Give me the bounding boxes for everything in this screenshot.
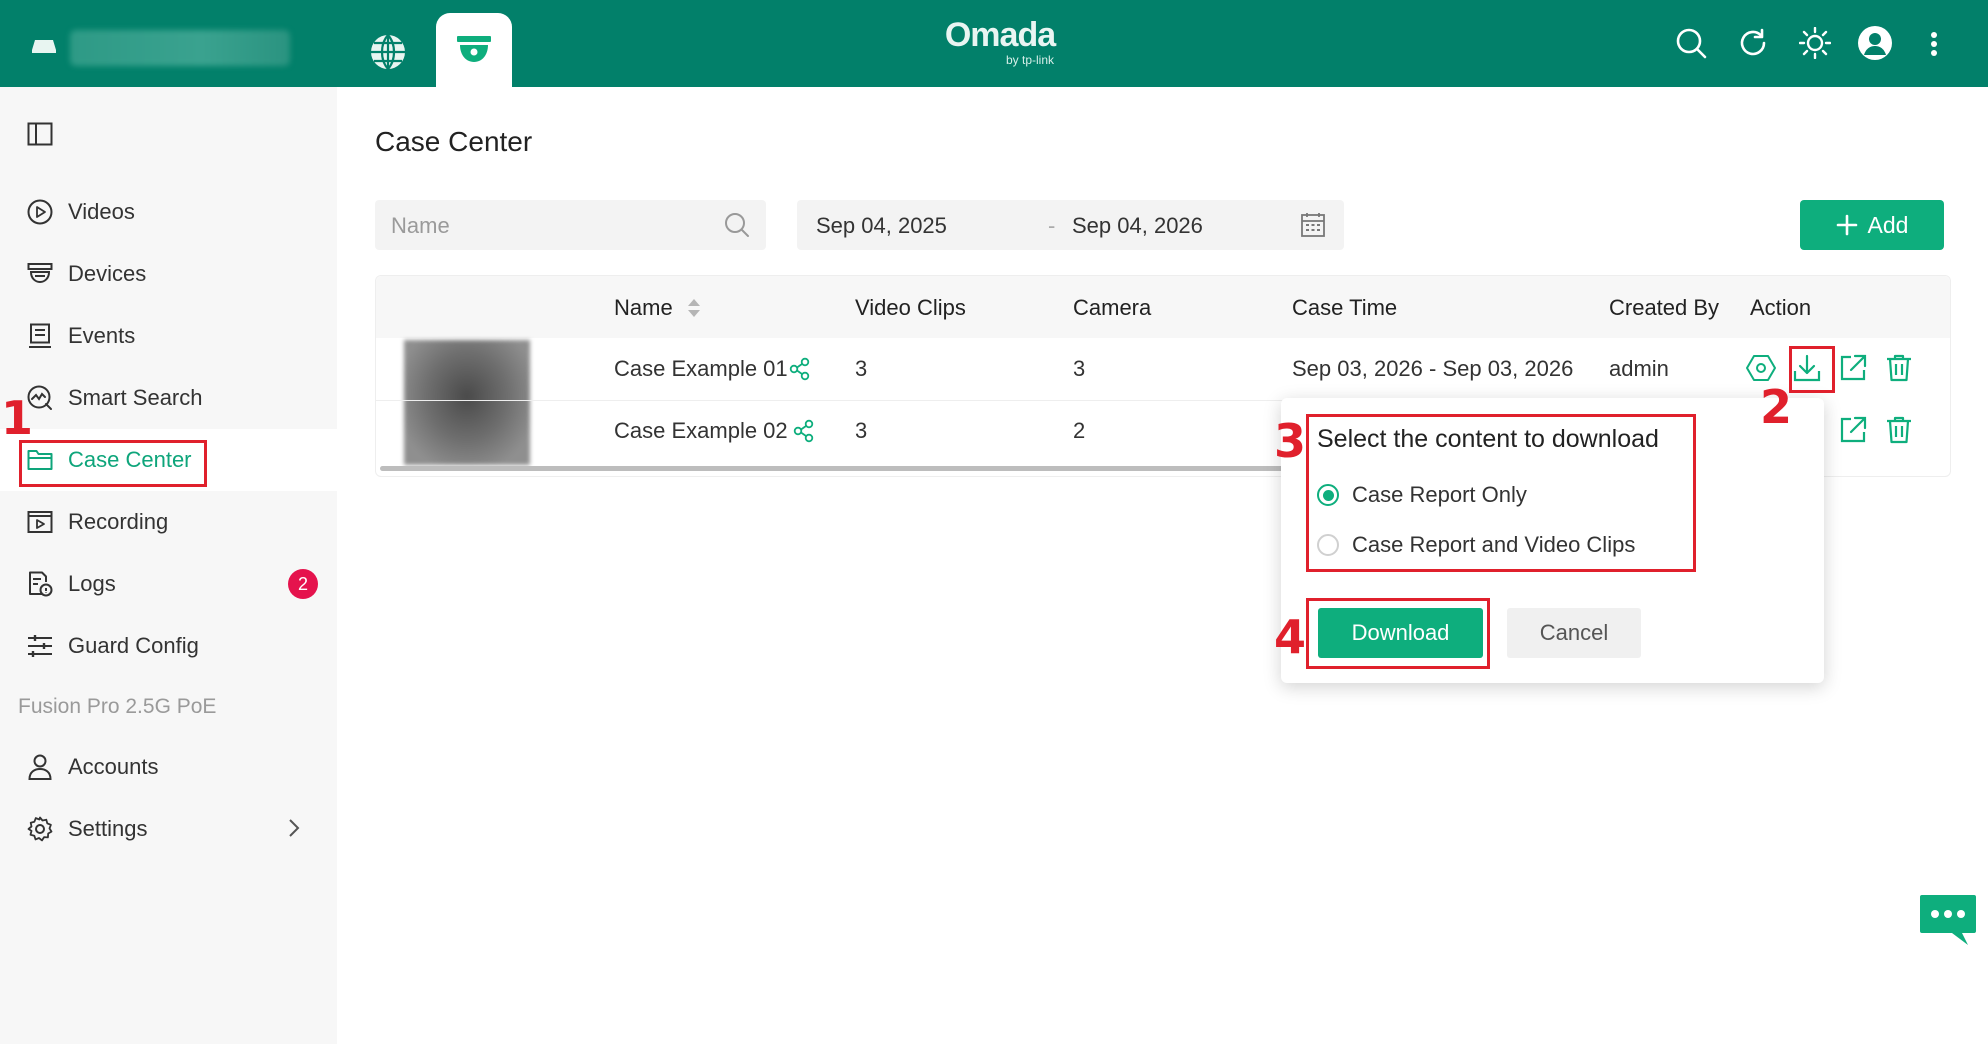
delete-icon[interactable] — [1883, 414, 1915, 446]
search-icon[interactable] — [1674, 26, 1708, 60]
play-circle-icon — [26, 198, 54, 226]
column-header-video-clips: Video Clips — [855, 295, 966, 320]
sliders-icon — [26, 632, 54, 660]
chat-bubble-icon — [1920, 895, 1976, 945]
cancel-button[interactable]: Cancel — [1507, 608, 1641, 658]
camera-count: 3 — [1073, 356, 1086, 381]
video-clips-count: 3 — [855, 418, 868, 443]
plus-icon — [1836, 214, 1857, 236]
column-header-action: Action — [1750, 295, 1812, 320]
sidebar-item-logs[interactable]: Logs 2 — [0, 553, 337, 615]
case-time: Sep 03, 2026 - Sep 03, 2026 — [1292, 356, 1574, 381]
omada-logo: Omada by tp-link — [944, 16, 1056, 67]
annotation-box-download-icon — [1789, 346, 1835, 393]
chat-support-button[interactable] — [1918, 893, 1978, 954]
logs-badge: 2 — [288, 569, 318, 599]
events-list-icon — [26, 322, 54, 350]
globe-icon[interactable] — [366, 30, 410, 74]
calendar-icon[interactable] — [1300, 212, 1326, 243]
column-header-created-by: Created By — [1609, 295, 1720, 320]
site-name-blurred[interactable] — [70, 30, 290, 66]
share-icon[interactable] — [793, 419, 815, 448]
annotation-step-2: 2 — [1760, 380, 1793, 434]
sort-icon[interactable] — [687, 297, 701, 324]
annotation-box-options — [1306, 414, 1696, 572]
sidebar-item-smart-search[interactable]: Smart Search — [0, 367, 337, 429]
sidebar-item-events[interactable]: Events — [0, 305, 337, 367]
column-header-name[interactable]: Name — [614, 295, 673, 321]
sidebar-item-devices[interactable]: Devices — [0, 243, 337, 305]
camera-dome-icon — [457, 36, 491, 62]
device-icon[interactable] — [30, 36, 58, 56]
date-start: Sep 04, 2025 — [816, 213, 947, 238]
table-header: Name Video Clips Camera Case Time Create… — [376, 276, 1950, 338]
table-row: Case Example 01 3 3 Sep 03, 2026 - Sep 0… — [376, 338, 1950, 401]
horizontal-scrollbar[interactable] — [380, 466, 1295, 471]
user-avatar[interactable] — [1856, 24, 1894, 62]
annotation-box-case-center — [19, 440, 207, 487]
sidebar-item-videos[interactable]: Videos — [0, 181, 337, 243]
export-icon[interactable] — [1837, 414, 1869, 446]
sidebar: Videos Devices Events Smart Search Case … — [0, 87, 337, 1044]
sidebar-item-guard-config[interactable]: Guard Config — [0, 615, 337, 677]
sidebar-item-recording[interactable]: Recording — [0, 491, 337, 553]
case-name[interactable]: Case Example 01 — [614, 356, 788, 382]
recording-icon — [26, 508, 54, 536]
column-header-camera: Camera — [1073, 295, 1152, 320]
export-icon[interactable] — [1837, 352, 1869, 384]
delete-icon[interactable] — [1883, 352, 1915, 384]
refresh-icon[interactable] — [1736, 26, 1770, 60]
video-clips-count: 3 — [855, 356, 868, 381]
search-icon[interactable] — [724, 212, 750, 243]
column-header-case-time: Case Time — [1292, 295, 1398, 320]
gear-icon — [26, 815, 54, 843]
sidebar-item-accounts[interactable]: Accounts — [0, 736, 337, 798]
case-name[interactable]: Case Example 02 — [614, 418, 788, 444]
sidebar-section-title: Fusion Pro 2.5G PoE — [18, 695, 217, 718]
top-bar: Omada by tp-link — [0, 0, 1988, 87]
share-icon[interactable] — [789, 357, 811, 386]
theme-sun-icon[interactable] — [1798, 26, 1832, 60]
camera-count: 2 — [1073, 418, 1086, 443]
logs-icon — [26, 570, 54, 598]
annotation-box-download-button — [1306, 598, 1490, 669]
sidebar-item-settings[interactable]: Settings — [0, 798, 337, 860]
date-separator: - — [1048, 213, 1056, 238]
date-range-picker[interactable]: Sep 04, 2025 - Sep 04, 2026 — [797, 200, 1344, 250]
camera-device-icon — [26, 260, 54, 288]
user-icon — [26, 753, 54, 781]
tab-surveillance[interactable] — [436, 13, 512, 87]
page-title: Case Center — [375, 126, 533, 157]
search-placeholder: Name — [391, 213, 450, 238]
search-input[interactable]: Name — [375, 200, 766, 250]
more-vertical-icon[interactable] — [1922, 28, 1946, 60]
annotation-step-1: 1 — [1, 391, 34, 445]
created-by: admin — [1609, 356, 1669, 381]
add-button[interactable]: Add — [1800, 200, 1944, 250]
sidebar-collapse-icon[interactable] — [26, 120, 54, 148]
chevron-right-icon — [288, 818, 300, 843]
annotation-step-4: 4 — [1274, 610, 1307, 664]
date-end: Sep 04, 2026 — [1072, 213, 1203, 238]
annotation-step-3: 3 — [1274, 414, 1307, 468]
